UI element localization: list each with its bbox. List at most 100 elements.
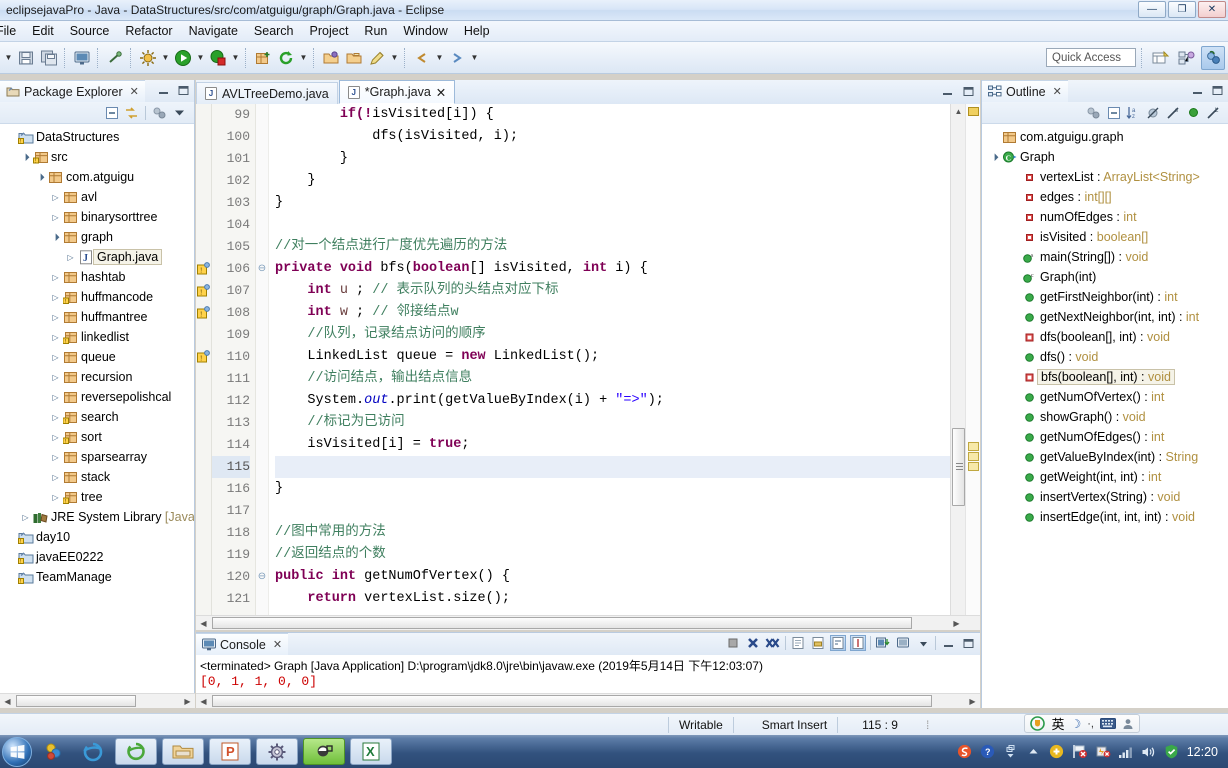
tab-package-explorer[interactable]: Package Explorer ✕ bbox=[0, 80, 145, 102]
remove-launch-icon[interactable] bbox=[745, 635, 761, 651]
tree-expand-arrow-open[interactable]: ◢ bbox=[48, 230, 63, 245]
tree-item-datastructures[interactable]: ! DataStructures bbox=[0, 127, 194, 147]
outline-item-edges[interactable]: edges : int[][] bbox=[982, 187, 1228, 207]
code-line[interactable] bbox=[275, 456, 950, 478]
console-icon[interactable] bbox=[71, 47, 93, 69]
console-hscrollbar[interactable]: ◀ ▶ bbox=[196, 693, 980, 708]
tab-outline[interactable]: Outline ✕ bbox=[982, 80, 1068, 102]
focus-icon[interactable] bbox=[151, 104, 168, 121]
menu-window[interactable]: Window bbox=[395, 22, 455, 40]
outline-item-dfs[interactable]: dfs() : void bbox=[982, 347, 1228, 367]
tree-expand-arrow-closed[interactable]: ▷ bbox=[64, 253, 77, 262]
sogou-ime-icon[interactable] bbox=[1030, 716, 1046, 731]
hscroll-thumb[interactable] bbox=[16, 695, 136, 707]
ime-punctuation-icon[interactable]: ·, bbox=[1087, 718, 1094, 730]
previous-edit-icon[interactable] bbox=[411, 47, 433, 69]
annotation-cell[interactable] bbox=[196, 566, 211, 588]
tree-expand-arrow-closed[interactable]: ▷ bbox=[49, 413, 62, 422]
network-flag-icon[interactable] bbox=[1072, 744, 1088, 760]
tree-item-huffmancode[interactable]: ▷! huffmancode bbox=[0, 287, 194, 307]
outline-item-bfs-boolean-int[interactable]: bfs(boolean[], int) : void bbox=[982, 367, 1228, 387]
editor-hscrollbar[interactable]: ◀ ▶ bbox=[196, 615, 980, 630]
next-edit-dropdown-icon[interactable]: ▼ bbox=[469, 47, 480, 69]
tree-item-stack[interactable]: ▷ stack bbox=[0, 467, 194, 487]
annotation-cell[interactable] bbox=[196, 434, 211, 456]
minimize-button[interactable]: — bbox=[1138, 1, 1166, 18]
maximize-console-button[interactable] bbox=[960, 635, 976, 651]
taskbar-button-edge-browser[interactable] bbox=[115, 738, 157, 765]
annotation-cell[interactable] bbox=[196, 126, 211, 148]
clear-console-icon[interactable] bbox=[790, 635, 806, 651]
update-icon[interactable] bbox=[1049, 744, 1065, 760]
close-icon[interactable]: ✕ bbox=[1053, 85, 1062, 98]
ime-moon-icon[interactable]: ☽ bbox=[1071, 717, 1082, 731]
editor-annotation-ruler[interactable]: !!!! bbox=[196, 104, 212, 630]
run-icon[interactable] bbox=[172, 47, 194, 69]
annotation-cell[interactable] bbox=[196, 522, 211, 544]
outline-item-graph-int[interactable]: c Graph(int) bbox=[982, 267, 1228, 287]
user-icon[interactable] bbox=[1122, 718, 1134, 730]
annotation-cell[interactable] bbox=[196, 478, 211, 500]
hide-fields-icon[interactable] bbox=[1145, 104, 1162, 121]
tree-expand-arrow-closed[interactable]: ▷ bbox=[49, 313, 62, 322]
outline-item-showgraph[interactable]: showGraph() : void bbox=[982, 407, 1228, 427]
refresh-dropdown-icon[interactable]: ▼ bbox=[298, 47, 309, 69]
annotation-cell[interactable]: ! bbox=[196, 346, 211, 368]
save-all-icon[interactable] bbox=[38, 47, 60, 69]
annotation-cell[interactable] bbox=[196, 456, 211, 478]
volume-icon[interactable] bbox=[1141, 744, 1157, 760]
code-line[interactable]: LinkedList queue = new LinkedList(); bbox=[275, 346, 950, 368]
tree-item-hashtab[interactable]: ▷ hashtab bbox=[0, 267, 194, 287]
marker-icon[interactable] bbox=[366, 47, 388, 69]
next-edit-icon[interactable] bbox=[446, 47, 468, 69]
code-line[interactable]: isVisited[i] = true; bbox=[275, 434, 950, 456]
tree-expand-arrow-closed[interactable]: ▷ bbox=[49, 393, 62, 402]
minimize-view-button[interactable] bbox=[1189, 82, 1205, 98]
tree-item-binarysorttree[interactable]: ▷ binarysorttree bbox=[0, 207, 194, 227]
menu-navigate[interactable]: Navigate bbox=[181, 22, 246, 40]
ime-mode-label[interactable]: 英 bbox=[1051, 714, 1064, 733]
outline-item-getfirstneighbor-int[interactable]: getFirstNeighbor(int) : int bbox=[982, 287, 1228, 307]
menu-project[interactable]: Project bbox=[302, 22, 357, 40]
minimize-editor-button[interactable] bbox=[939, 83, 955, 99]
scroll-right-arrow[interactable]: ▶ bbox=[180, 694, 195, 708]
new-dropdown-icon[interactable]: ▼ bbox=[3, 47, 14, 69]
maximize-button[interactable]: ❐ bbox=[1168, 1, 1196, 18]
annotation-cell[interactable] bbox=[196, 324, 211, 346]
outline-item-dfs-boolean-int[interactable]: dfs(boolean[], int) : void bbox=[982, 327, 1228, 347]
link-with-editor-icon[interactable] bbox=[123, 104, 140, 121]
scroll-up-arrow[interactable]: ▲ bbox=[951, 104, 966, 119]
tree-expand-arrow-open[interactable]: ◢ bbox=[33, 170, 48, 185]
annotation-cell[interactable] bbox=[196, 412, 211, 434]
tree-item-jre-system-library-javas[interactable]: ▷ JRE System Library [JavaS bbox=[0, 507, 194, 527]
taskbar-button-settings[interactable] bbox=[256, 738, 298, 765]
editor-tab-avltreedemo[interactable]: J AVLTreeDemo.java bbox=[196, 82, 338, 104]
terminate-icon[interactable] bbox=[725, 635, 741, 651]
battery-icon[interactable] bbox=[1095, 744, 1111, 760]
editor-tab-graph[interactable]: J *Graph.java ✕ bbox=[338, 80, 456, 104]
tree-expand-arrow-open[interactable]: ◢ bbox=[987, 150, 1002, 165]
close-icon[interactable]: ✕ bbox=[273, 638, 282, 651]
code-line[interactable]: //返回结点的个数 bbox=[275, 544, 950, 566]
outline-item-numofedges[interactable]: numOfEdges : int bbox=[982, 207, 1228, 227]
code-line[interactable]: } bbox=[275, 148, 950, 170]
hide-local-icon[interactable]: L bbox=[1205, 104, 1222, 121]
annotation-cell[interactable] bbox=[196, 236, 211, 258]
outline-item-isvisited[interactable]: isVisited : boolean[] bbox=[982, 227, 1228, 247]
annotation-cell[interactable] bbox=[196, 390, 211, 412]
editor-overview-ruler[interactable] bbox=[965, 104, 980, 630]
vscroll-thumb[interactable] bbox=[952, 428, 965, 506]
tree-expand-arrow-closed[interactable]: ▷ bbox=[49, 213, 62, 222]
code-line[interactable]: //队列，记录结点访问的顺序 bbox=[275, 324, 950, 346]
help-icon[interactable]: ? bbox=[980, 744, 996, 760]
tree-item-com-atguigu[interactable]: ◢ com.atguigu bbox=[0, 167, 194, 187]
code-line[interactable]: } bbox=[275, 192, 950, 214]
code-line[interactable]: //访问结点，输出结点信息 bbox=[275, 368, 950, 390]
hide-static-icon[interactable]: s bbox=[1165, 104, 1182, 121]
annotation-cell[interactable] bbox=[196, 588, 211, 610]
tree-expand-arrow-closed[interactable]: ▷ bbox=[49, 373, 62, 382]
tree-item-teammanage[interactable]: ! TeamManage bbox=[0, 567, 194, 587]
scroll-left-arrow[interactable]: ◀ bbox=[196, 694, 211, 708]
tree-item-queue[interactable]: ▷ queue bbox=[0, 347, 194, 367]
tree-expand-arrow-closed[interactable]: ▷ bbox=[49, 293, 62, 302]
